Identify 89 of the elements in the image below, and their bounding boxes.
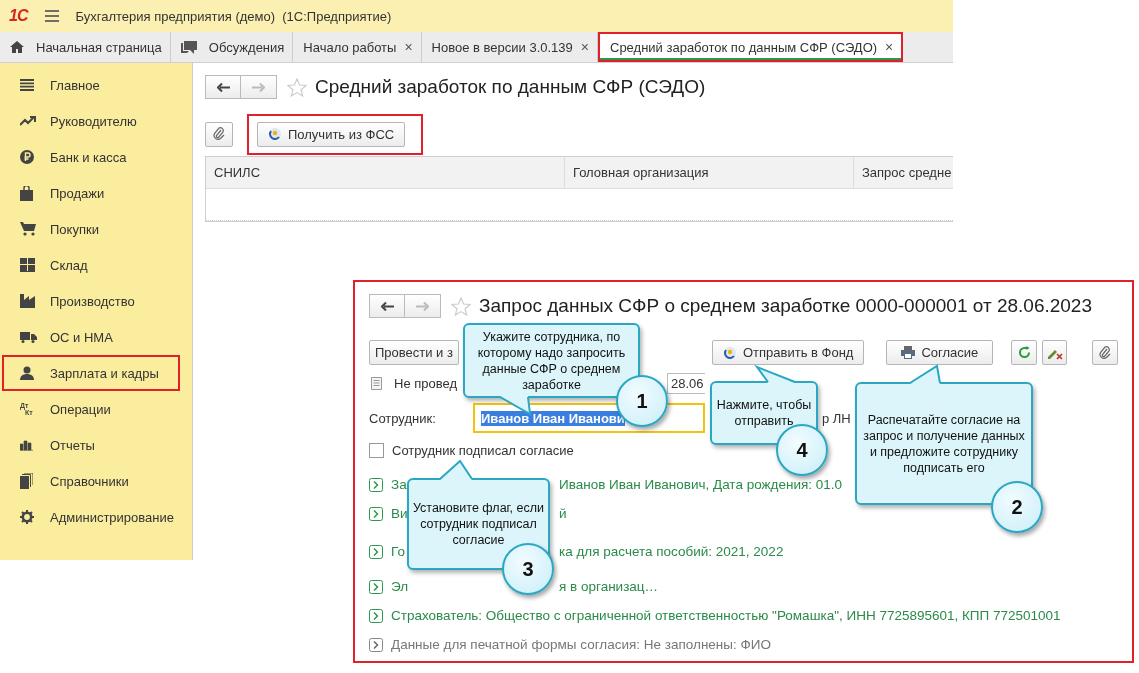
forward-arrow-icon (252, 82, 265, 92)
home-icon (10, 41, 24, 53)
refresh-button[interactable] (1011, 340, 1037, 365)
post-button[interactable]: Провести и з (369, 340, 459, 365)
close-icon[interactable]: × (885, 39, 894, 55)
fund-logo-icon (268, 127, 282, 141)
attach-button[interactable] (1092, 340, 1118, 365)
date-field[interactable]: 28.06 (667, 372, 706, 394)
tab[interactable]: Начальная страница (0, 32, 171, 62)
chat-icon (180, 40, 197, 54)
tab[interactable]: Средний заработок по данным СФР (СЭДО) × (598, 32, 904, 62)
star-icon[interactable] (451, 296, 471, 316)
printer-icon (901, 346, 916, 359)
field-text: р ЛН (822, 410, 851, 426)
books-icon (20, 473, 33, 489)
paperclip-icon (213, 127, 225, 141)
expand-icon[interactable] (369, 506, 383, 521)
sidebar-item[interactable]: Главное (2, 67, 180, 103)
sidebar-item[interactable]: Продажи (2, 175, 180, 211)
status-text: Не провед (394, 375, 458, 391)
tooltip-pointer (909, 364, 941, 384)
star-icon[interactable] (287, 77, 307, 97)
expand-icon[interactable] (369, 608, 383, 623)
tooltip-pointer (754, 364, 796, 383)
bar-chart-icon (20, 439, 33, 451)
forward-arrow-icon (416, 301, 429, 311)
close-icon[interactable]: × (404, 39, 413, 55)
checkbox[interactable] (369, 442, 384, 458)
truck-icon (20, 331, 37, 343)
send-to-fund-button[interactable]: Отправить в Фонд (711, 340, 865, 365)
menu-icon[interactable] (45, 10, 60, 22)
ruble-coin-icon (20, 150, 34, 164)
section-link[interactable]: За (391, 477, 407, 492)
paperclip-icon (1099, 345, 1112, 360)
expand-icon[interactable] (369, 477, 383, 492)
attach-button[interactable] (205, 121, 233, 147)
refresh-icon (1017, 346, 1031, 359)
edit-button[interactable] (1041, 340, 1068, 365)
checkbox-label[interactable]: Сотрудник подписал согласие (392, 442, 574, 458)
section-link[interactable]: ка для расчета пособий: 2021, 2022 (559, 544, 784, 559)
window-title: Бухгалтерия предприятия (демо) (1С:Предприятие) (75, 8, 392, 24)
section-link[interactable]: Го (391, 544, 405, 559)
sidebar-item[interactable]: Производство (2, 283, 180, 319)
person-icon (20, 366, 34, 380)
form-title: Средний заработок по данным СФР (СЭДО) (315, 76, 706, 98)
sidebar-item[interactable]: Администрирование (2, 499, 180, 535)
sidebar-item[interactable]: Склад (2, 247, 180, 283)
close-icon[interactable]: × (580, 39, 589, 55)
sidebar-item[interactable]: Справочники (2, 463, 180, 499)
expand-icon[interactable] (369, 544, 383, 559)
expand-icon[interactable] (369, 579, 383, 594)
back-button[interactable] (205, 75, 241, 99)
sidebar-item[interactable]: ОС и НМА (2, 319, 180, 355)
section-link[interactable]: Ви (391, 506, 408, 521)
consent-print-button[interactable]: Согласие (886, 340, 994, 365)
column-header[interactable]: СНИЛС (206, 157, 565, 188)
sidebar-item[interactable]: Покупки (2, 211, 180, 247)
back-arrow-icon (216, 82, 230, 92)
settings-icon (20, 510, 34, 524)
section-link[interactable]: я в организац… (559, 579, 659, 594)
tab[interactable]: Начало работы × (293, 32, 422, 62)
factory-icon (20, 294, 35, 308)
column-header[interactable]: Головная организация (565, 157, 854, 188)
grid-icon (20, 258, 35, 272)
document-title: Запрос данных СФР о среднем заработке 0000-000001 от 28.06.2023 (479, 295, 1092, 317)
back-arrow-icon (380, 301, 394, 311)
back-button[interactable] (369, 294, 405, 318)
trend-icon (20, 116, 36, 126)
sidebar-item[interactable]: Зарплата и кадры (2, 355, 180, 391)
sidebar-item[interactable]: Банк и касса (2, 139, 180, 175)
cart-icon (20, 222, 36, 236)
column-header[interactable]: Запрос средне (854, 157, 953, 188)
sidebar-item[interactable]: Отчеты (2, 427, 180, 463)
section-link[interactable]: Эл (391, 579, 409, 594)
tab[interactable]: Обсуждения (170, 32, 294, 62)
list-icon (20, 79, 34, 91)
get-from-fss-button[interactable]: Получить из ФСС (257, 121, 406, 147)
section-link[interactable]: Данные для печатной формы согласия: Не заполнены: ФИО (391, 637, 771, 652)
bag-icon (20, 185, 33, 201)
sidebar-item[interactable]: Руководителю (2, 103, 180, 139)
field-label: Сотрудник: (369, 410, 437, 426)
tooltip-pointer (499, 396, 532, 416)
fund-logo-icon (722, 345, 737, 360)
section-link[interactable]: й (559, 506, 567, 521)
section-link[interactable]: Иванов Иван Иванович, Дата рождения: 01.0 (559, 477, 842, 492)
document-icon (371, 376, 382, 390)
expand-icon[interactable] (369, 637, 383, 652)
section-link[interactable]: Страхователь: Общество с ограниченной ответственностью "Ромашка", ИНН 7725895601, КПП 772501001 (391, 608, 1061, 623)
app-logo: 1С (9, 7, 28, 25)
